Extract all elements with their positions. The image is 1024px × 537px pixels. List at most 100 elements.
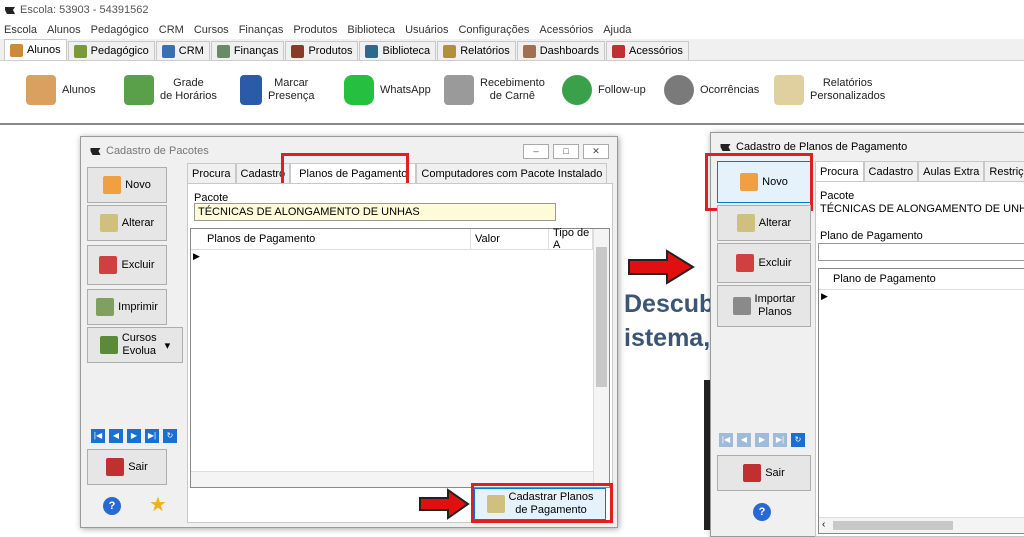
last-record-icon[interactable]: ▶| [773,433,787,447]
phone-icon [562,75,592,105]
products-icon [291,44,305,58]
excluir-button[interactable]: Excluir [87,245,167,285]
menu-alunos[interactable]: Alunos [47,24,81,36]
novo-button[interactable]: Novo [87,167,167,203]
first-record-icon[interactable]: |◀ [91,429,105,443]
red-arrow-icon [628,249,695,285]
highlight-box [471,483,613,523]
menu-biblioteca[interactable]: Biblioteca [347,24,395,36]
menu-escola[interactable]: Escola [4,24,37,36]
menu-acessorios[interactable]: Acessórios [539,24,593,36]
importar-planos-button[interactable]: Importar Planos [717,285,811,327]
column-header[interactable]: Tipo de A [549,227,593,251]
whatsapp-button[interactable]: WhatsApp [344,75,431,105]
minimize-button[interactable]: – [523,144,549,159]
excluir-button[interactable]: Excluir [717,243,811,283]
cadastro-planos-window: Cadastro de Planos de Pagamento Novo Alt… [705,132,1024,537]
first-record-icon[interactable]: |◀ [719,433,733,447]
tab-crm[interactable]: CRM [155,41,210,60]
menu-ajuda[interactable]: Ajuda [603,24,631,36]
scrollbar-thumb[interactable] [833,521,953,530]
window-title: Cadastro de Planos de Pagamento [736,141,908,153]
app-title: Escola: 53903 - 54391562 [20,4,149,16]
tab-restricoes[interactable]: Restriçõ [984,161,1024,181]
last-record-icon[interactable]: ▶| [145,429,159,443]
menu-cursos[interactable]: Cursos [194,24,229,36]
sair-button[interactable]: Sair [717,455,811,491]
tab-biblioteca[interactable]: Biblioteca [359,41,437,60]
book-icon [73,44,87,58]
follow-up-button[interactable]: Follow-up [562,75,646,105]
menu-crm[interactable]: CRM [159,24,184,36]
close-button[interactable]: ✕ [583,144,609,159]
menu-usuarios[interactable]: Usuários [405,24,448,36]
cursos-evolua-button[interactable]: Cursos Evolua ▾ [87,327,183,363]
column-header[interactable]: Valor [471,229,549,249]
app-logo-icon [5,7,15,14]
horizontal-scrollbar[interactable]: ‹ [819,517,1024,533]
tab-procura[interactable]: Procura [187,163,236,183]
alterar-button[interactable]: Alterar [717,205,811,241]
app-logo-icon [720,144,731,151]
column-header[interactable]: Plano de Pagamento [829,269,1024,289]
menu-financas[interactable]: Finanças [239,24,284,36]
dashboard-icon [522,44,536,58]
refresh-icon[interactable]: ↻ [163,429,177,443]
next-record-icon[interactable]: ▶ [127,429,141,443]
app-titlebar: Escola: 53903 - 54391562 [0,0,1024,20]
tab-acessorios[interactable]: Acessórios [606,41,689,60]
relatorios-personalizados-button[interactable]: Relatórios Personalizados [774,75,885,105]
tab-alunos[interactable]: Alunos [4,39,67,60]
grade-horarios-button[interactable]: Grade de Horários [124,75,217,105]
pacote-label: Pacote [820,190,855,202]
tab-dashboards[interactable]: Dashboards [516,41,606,60]
row-indicator-icon: ▶ [193,251,200,261]
highlight-box [705,153,813,211]
next-record-icon[interactable]: ▶ [755,433,769,447]
maximize-button[interactable]: □ [553,144,579,159]
ocorrencias-button[interactable]: Ocorrências [664,75,759,105]
pacote-value: TÉCNICAS DE ALONGAMENTO DE UNHAS [820,203,1024,215]
tab-produtos[interactable]: Produtos [285,41,359,60]
pointing-hand-icon [240,75,262,105]
tab-financas[interactable]: Finanças [210,41,285,60]
prev-record-icon[interactable]: ◀ [109,429,123,443]
tab-cadastro[interactable]: Cadastro [863,161,919,181]
menu-produtos[interactable]: Produtos [293,24,337,36]
refresh-icon[interactable]: ↻ [791,433,805,447]
tab-pedagogico[interactable]: Pedagógico [67,41,155,60]
imprimir-button[interactable]: Imprimir [87,289,167,325]
pacote-field[interactable]: TÉCNICAS DE ALONGAMENTO DE UNHAS [194,203,556,221]
scroll-left-icon[interactable]: ‹ [822,519,825,530]
tab-computadores[interactable]: Computadores com Pacote Instalado [416,163,608,183]
new-document-icon [103,176,122,194]
help-icon[interactable]: ? [753,503,771,521]
alunos-button[interactable]: Alunos [26,75,96,105]
receipt-icon [444,75,474,105]
tab-panel: Pacote TÉCNICAS DE ALONGAMENTO DE UNHAS … [815,181,1024,537]
recebimento-carne-button[interactable]: Recebimento de Carnê [444,75,545,105]
scrollbar-thumb[interactable] [596,247,607,387]
planos-grid: Plano de Pagamento ▶ ‹ [818,268,1024,534]
menu-pedagogico[interactable]: Pedagógico [91,24,149,36]
star-icon[interactable]: ★ [149,495,167,515]
sair-button[interactable]: Sair [87,449,167,485]
divider [191,249,593,250]
tab-aulas-extra[interactable]: Aulas Extra [918,161,985,181]
plano-search-field[interactable] [818,243,1024,261]
tab-panel: Pacote TÉCNICAS DE ALONGAMENTO DE UNHAS … [187,183,613,523]
tab-relatorios[interactable]: Relatórios [437,41,516,60]
vertical-scrollbar[interactable] [593,229,609,487]
divider [819,289,1024,290]
whatsapp-icon [344,75,374,105]
menu-configuracoes[interactable]: Configurações [458,24,529,36]
prev-record-icon[interactable]: ◀ [737,433,751,447]
tab-procura[interactable]: Procura [815,161,864,181]
marcar-presenca-button[interactable]: Marcar Presença [240,75,314,105]
exit-door-icon [106,458,125,476]
dropdown-arrow-icon[interactable]: ▾ [165,339,171,352]
record-navigator: |◀ ◀ ▶ ▶| ↻ [719,433,809,447]
help-icon[interactable]: ? [103,497,121,515]
alterar-button[interactable]: Alterar [87,205,167,241]
column-header[interactable]: Planos de Pagamento [203,229,471,249]
